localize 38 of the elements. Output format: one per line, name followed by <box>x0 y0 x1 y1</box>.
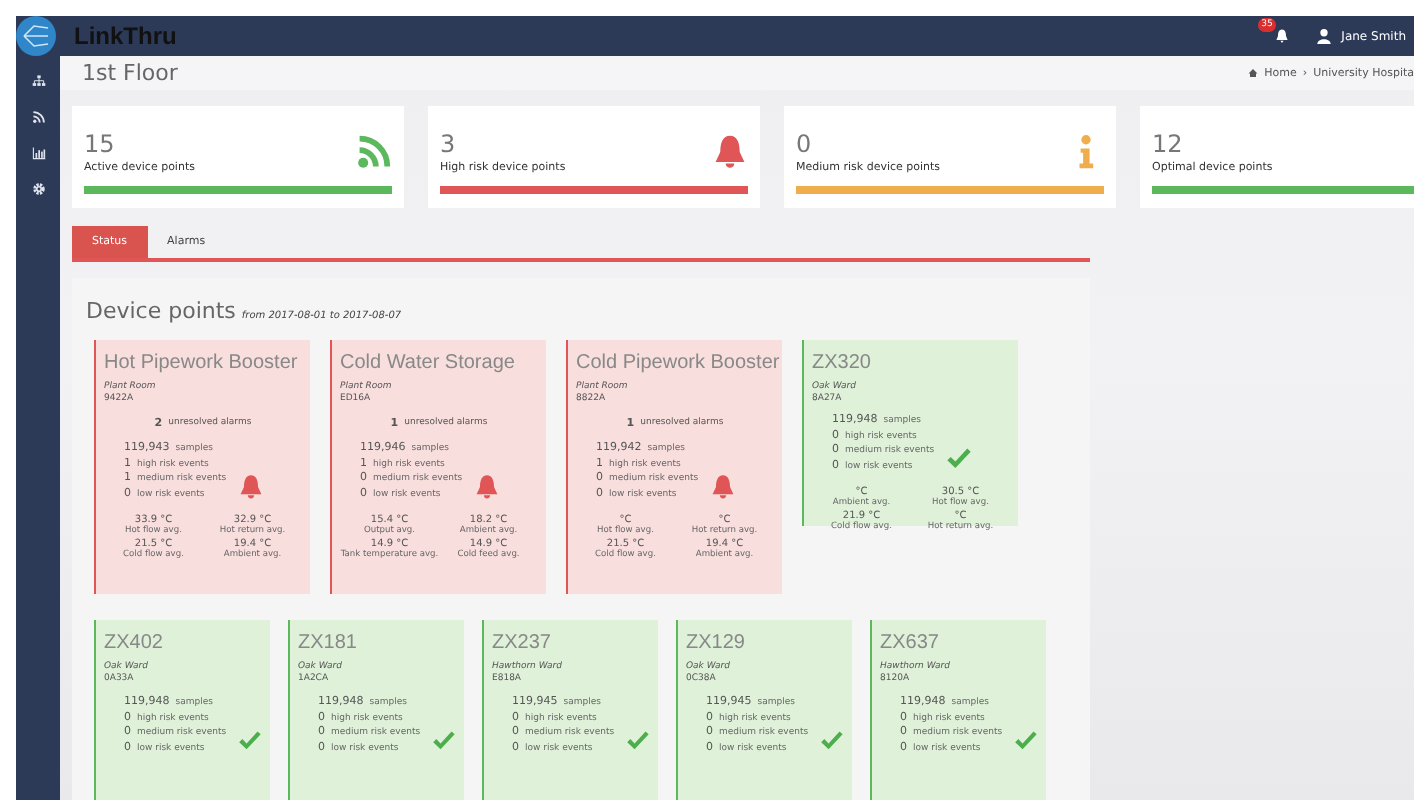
notification-bell-icon[interactable] <box>1273 28 1290 44</box>
app-name: LinkThru <box>74 22 177 50</box>
bar-chart-icon[interactable] <box>31 146 45 160</box>
checkmark-icon <box>946 446 973 472</box>
device-name: Cold Water Storage <box>340 350 517 376</box>
feed-icon[interactable] <box>31 110 45 124</box>
device-name: ZX320 <box>812 350 873 376</box>
page-title: 1st Floor <box>82 60 178 86</box>
device-name: Hot Pipework Booster <box>104 350 300 376</box>
checkmark-icon <box>820 728 844 754</box>
device-name: ZX237 <box>492 630 553 656</box>
checkmark-icon <box>1014 728 1038 754</box>
stat-value: 0 <box>796 130 814 158</box>
feed-icon <box>356 134 392 170</box>
sitemap-icon[interactable] <box>31 74 45 88</box>
device-name: ZX129 <box>686 630 747 656</box>
device-name: ZX181 <box>298 630 359 656</box>
device-card[interactable] <box>330 340 546 594</box>
checkmark-icon <box>432 728 456 754</box>
device-name: ZX402 <box>104 630 165 656</box>
logo-icon <box>16 16 56 56</box>
device-name: Cold Pipework Booster <box>576 350 774 376</box>
device-card[interactable] <box>566 340 782 594</box>
device-card[interactable] <box>94 340 310 594</box>
bell-icon <box>238 474 265 500</box>
settings-icon[interactable] <box>31 182 45 196</box>
section-title: Device points <box>86 298 236 324</box>
stat-value: 3 <box>440 130 458 158</box>
bell-icon <box>712 134 748 170</box>
stat-value: 15 <box>84 130 117 158</box>
device-name: ZX637 <box>880 630 941 656</box>
checkmark-icon <box>238 728 262 754</box>
bell-icon <box>474 474 501 500</box>
bell-icon <box>710 474 737 500</box>
stat-value: 12 <box>1152 130 1185 158</box>
home-icon <box>1248 68 1259 78</box>
checkmark-icon <box>626 728 650 754</box>
user-icon <box>1315 28 1332 44</box>
